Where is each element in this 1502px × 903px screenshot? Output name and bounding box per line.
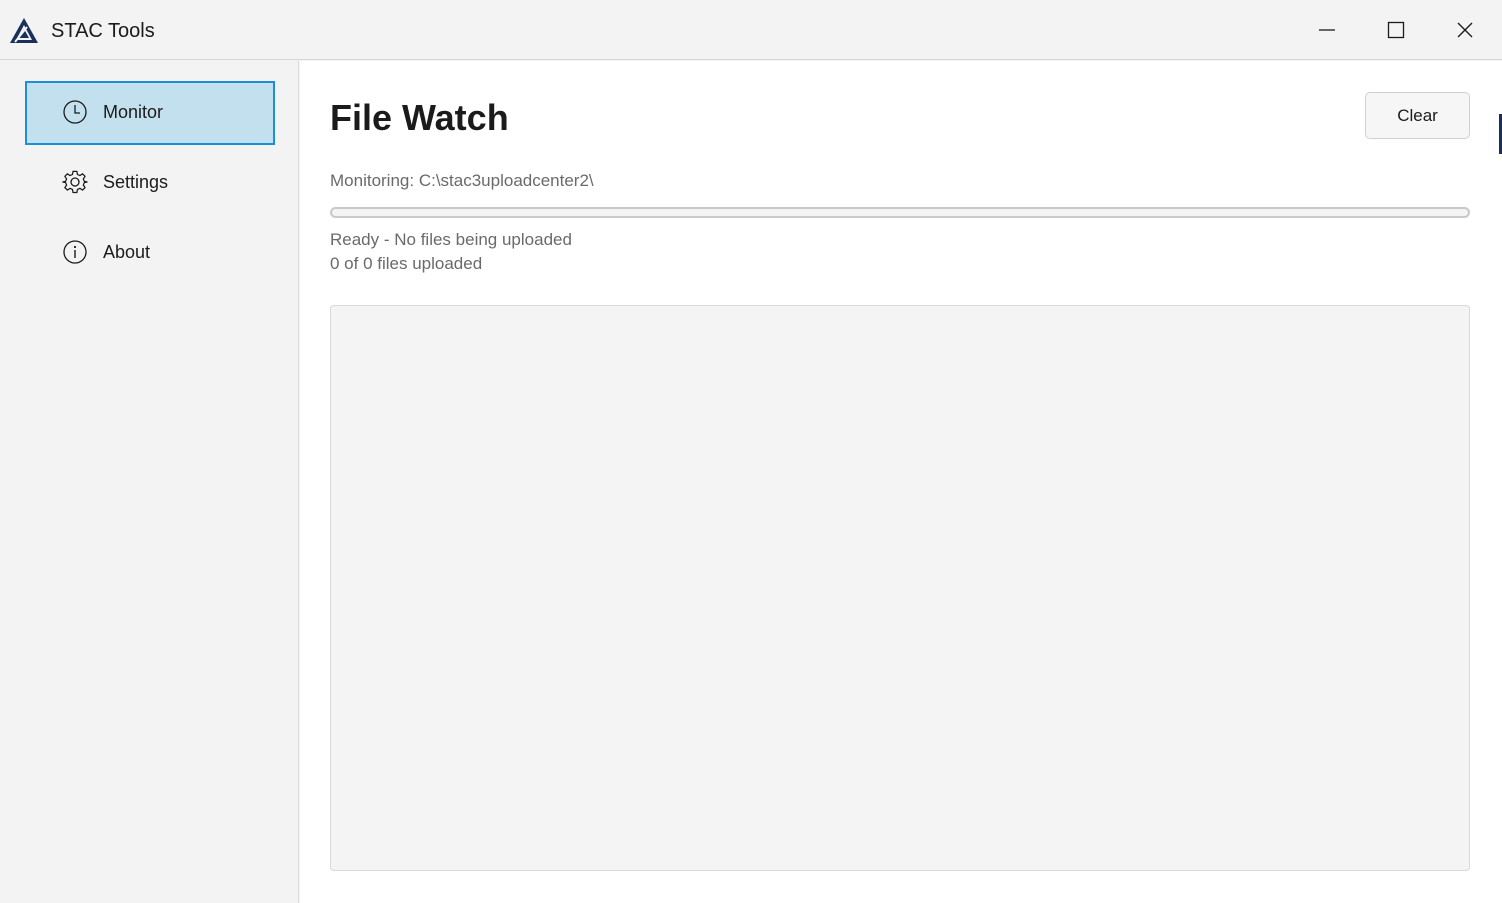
gear-icon	[62, 170, 88, 194]
maximize-icon	[1387, 21, 1405, 39]
minimize-icon	[1319, 29, 1335, 31]
minimize-button[interactable]	[1297, 0, 1357, 60]
sidebar-item-label: Settings	[103, 172, 169, 192]
sidebar-item-label: Monitor	[103, 102, 164, 122]
sidebar: Monitor Settings About	[0, 61, 299, 903]
maximize-button[interactable]	[1366, 0, 1426, 60]
stac-logo-icon	[10, 18, 38, 43]
upload-count-text: 0 of 0 files uploaded	[330, 254, 483, 273]
sidebar-item-settings[interactable]: Settings	[25, 151, 275, 215]
sidebar-item-about[interactable]: About	[25, 221, 275, 285]
upload-progress-bar	[330, 207, 1470, 218]
monitoring-path: Monitoring: C:\stac3uploadcenter2\	[330, 171, 594, 190]
sidebar-item-monitor[interactable]: Monitor	[25, 81, 275, 145]
close-button[interactable]	[1435, 0, 1495, 60]
clear-button[interactable]: Clear	[1365, 92, 1470, 139]
main-content: File Watch Clear Monitoring: C:\stac3upl…	[300, 61, 1502, 903]
clock-icon	[63, 100, 87, 124]
title-bar: STAC Tools	[0, 0, 1502, 60]
status-text: Ready - No files being uploaded	[330, 230, 572, 249]
upload-log-panel[interactable]	[330, 305, 1470, 871]
sidebar-item-label: About	[103, 242, 151, 262]
page-title: File Watch	[330, 97, 509, 138]
info-icon	[63, 240, 87, 264]
close-icon	[1457, 22, 1473, 38]
app-title: STAC Tools	[51, 20, 155, 42]
